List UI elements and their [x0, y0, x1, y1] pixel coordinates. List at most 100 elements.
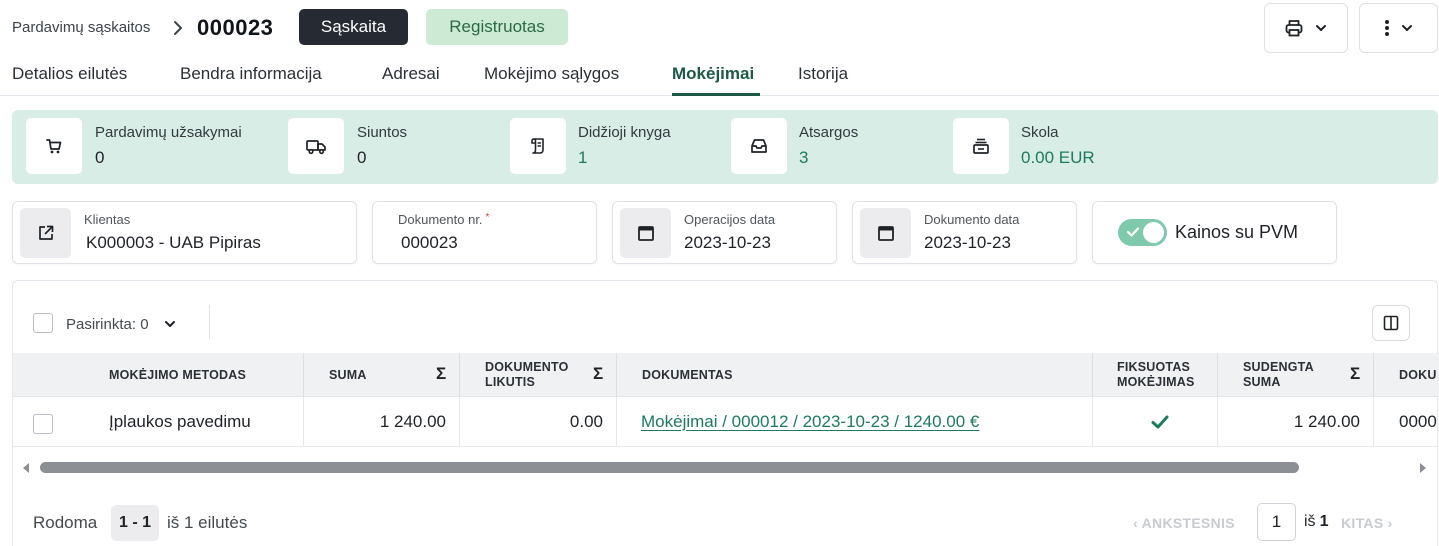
column-resize-handle[interactable]	[616, 353, 617, 397]
tab-payment-terms[interactable]: Mokėjimo sąlygos	[484, 64, 619, 84]
document-date-label: Dokumento data	[924, 212, 1020, 227]
column-divider	[1092, 397, 1093, 447]
chevron-down-icon	[1401, 25, 1412, 31]
operation-date-input[interactable]: 2023-10-23	[684, 233, 771, 253]
column-header-fixed-payment[interactable]: FIKSUOTAS MOKĖJIMAS	[1117, 353, 1207, 397]
sum-icon[interactable]: Σ	[593, 364, 603, 384]
cell-settled-amount: 1 240.00	[1293, 412, 1360, 431]
row-checkbox[interactable]	[33, 414, 53, 434]
stat-general-ledger-label: Didžioji knyga	[578, 124, 671, 141]
cart-icon[interactable]	[26, 118, 82, 174]
open-external-icon[interactable]	[20, 208, 71, 258]
scroll-left-arrow-icon[interactable]	[22, 463, 30, 473]
stat-sales-orders-value: 0	[95, 148, 105, 167]
prices-with-vat-toggle[interactable]	[1118, 219, 1167, 246]
sum-icon[interactable]: Σ	[436, 364, 446, 384]
document-number-input[interactable]: 000023	[401, 233, 458, 253]
tab-detail-lines[interactable]: Detalios eilutės	[12, 64, 127, 84]
cell-amount: 1 240.00	[379, 412, 446, 431]
column-divider	[1373, 397, 1374, 447]
document-type-badge: Sąskaita	[299, 9, 408, 45]
print-menu-button[interactable]	[1264, 3, 1348, 53]
check-icon	[1149, 397, 1171, 447]
column-resize-handle[interactable]	[1373, 353, 1374, 397]
sum-icon[interactable]: Σ	[1350, 364, 1360, 384]
inventory-icon[interactable]	[731, 118, 787, 174]
cell-document-link[interactable]: Mokėjimai / 000012 / 2023-10-23 / 1240.0…	[641, 397, 979, 447]
column-header-payment-method[interactable]: MOKĖJIMO METODAS	[109, 353, 299, 397]
document-number-field[interactable]: Dokumento nr. * 000023	[372, 201, 597, 264]
prices-with-vat-field: Kainos su PVM	[1092, 201, 1337, 264]
column-header-document-partial[interactable]: DOKU	[1399, 353, 1439, 397]
column-settings-button[interactable]	[1372, 305, 1410, 341]
table-header: MOKĖJIMO METODAS SUMA Σ DOKUMENTO LIKUTI…	[13, 353, 1439, 397]
cell-document-balance: 0.00	[569, 412, 603, 431]
tab-payments[interactable]: Mokėjimai	[672, 64, 754, 84]
printer-icon	[1285, 20, 1303, 37]
column-header-settled-amount[interactable]: SUDENGTA SUMA	[1243, 353, 1333, 397]
operation-date-field[interactable]: Operacijos data 2023-10-23	[612, 201, 837, 264]
total-pages-label: iš 1	[1304, 513, 1329, 530]
calendar-icon[interactable]	[620, 208, 671, 258]
page-title: 000023	[197, 15, 274, 40]
selected-count-label[interactable]: Pasirinkta: 0	[66, 316, 149, 333]
chevron-right-icon	[174, 21, 182, 35]
horizontal-scrollbar[interactable]	[13, 457, 1439, 479]
payments-grid-panel: Pasirinkta: 0 MOKĖJIMO METODAS SUMA Σ DO…	[12, 280, 1439, 546]
document-number-label: Dokumento nr. *	[398, 212, 490, 227]
ledger-icon[interactable]	[510, 118, 566, 174]
page-header: Pardavimų sąskaitos 000023 Sąskaita Regi…	[0, 0, 1439, 58]
showing-label: Rodoma	[33, 513, 98, 532]
stat-debt-value[interactable]: 0.00 EUR	[1021, 148, 1095, 168]
summary-stats-bar: Pardavimų užsakymai 0 Siuntos 0 Didžioji…	[12, 110, 1438, 184]
required-marker: *	[485, 212, 490, 223]
active-tab-indicator	[672, 93, 760, 96]
column-resize-handle[interactable]	[1092, 353, 1093, 397]
total-rows-label: iš 1 eilutės	[167, 513, 248, 532]
tab-addresses[interactable]: Adresai	[382, 64, 440, 84]
column-divider	[616, 397, 617, 447]
stat-shipments-label: Siuntos	[357, 124, 408, 141]
select-all-checkbox[interactable]	[33, 313, 53, 333]
columns-icon	[1383, 315, 1399, 331]
calendar-icon[interactable]	[860, 208, 911, 258]
tab-general-info[interactable]: Bendra informacija	[180, 64, 322, 84]
check-icon	[1126, 227, 1140, 237]
chevron-down-icon[interactable]	[163, 317, 177, 331]
breadcrumb-parent-link[interactable]: Pardavimų sąskaitos	[12, 19, 150, 36]
client-field[interactable]: Klientas K000003 - UAB Pipiras	[12, 201, 357, 264]
tab-history[interactable]: Istorija	[798, 64, 848, 84]
more-actions-button[interactable]	[1359, 3, 1438, 53]
document-date-field[interactable]: Dokumento data 2023-10-23	[852, 201, 1077, 264]
scrollbar-thumb[interactable]	[40, 462, 1299, 473]
column-resize-handle[interactable]	[303, 353, 304, 397]
status-badge: Registruotas	[426, 9, 568, 45]
chevron-down-icon	[1316, 25, 1326, 31]
previous-page-button[interactable]: ‹ ANKSTESNIS	[1133, 515, 1235, 531]
scroll-right-arrow-icon[interactable]	[1419, 463, 1427, 473]
stat-inventory-value[interactable]: 3	[799, 148, 808, 168]
toolbar-divider	[209, 305, 210, 339]
column-header-document[interactable]: DOKUMENTAS	[642, 353, 842, 397]
stat-debt-label: Skola	[1021, 124, 1059, 141]
stat-shipments-value: 0	[357, 148, 367, 167]
truck-icon[interactable]	[288, 118, 344, 174]
toggle-knob	[1143, 222, 1164, 243]
column-resize-handle[interactable]	[459, 353, 460, 397]
table-row[interactable]: Įplaukos pavedimu 1 240.00 0.00 Mokėjima…	[13, 397, 1439, 447]
column-header-document-balance[interactable]: DOKUMENTO LIKUTIS	[485, 353, 581, 397]
cell-payment-method: Įplaukos pavedimu	[109, 412, 251, 431]
cell-document-partial: 0000	[1399, 412, 1437, 431]
operation-date-label: Operacijos data	[684, 212, 776, 227]
column-resize-handle[interactable]	[1217, 353, 1218, 397]
client-label: Klientas	[84, 212, 131, 227]
column-header-amount[interactable]: SUMA	[329, 353, 409, 397]
document-date-input[interactable]: 2023-10-23	[924, 233, 1011, 253]
client-value[interactable]: K000003 - UAB Pipiras	[86, 233, 261, 253]
stat-general-ledger-value[interactable]: 1	[578, 148, 587, 168]
stat-sales-orders-label: Pardavimų užsakymai	[95, 124, 242, 141]
next-page-button[interactable]: KITAS ›	[1341, 515, 1393, 531]
tab-bar: Detalios eilutės Bendra informacija Adre…	[0, 58, 1439, 96]
page-number-input[interactable]: 1	[1257, 503, 1296, 541]
debt-icon[interactable]	[953, 118, 1009, 174]
